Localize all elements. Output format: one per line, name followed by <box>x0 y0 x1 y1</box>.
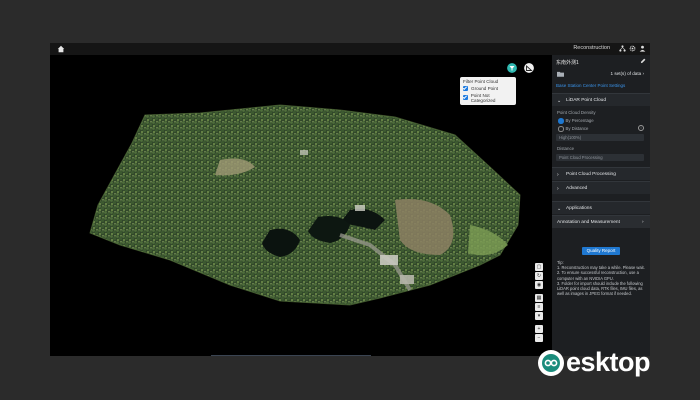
color-tab-height[interactable]: Height <box>275 355 307 356</box>
radio-by-percentage[interactable]: By Percentage <box>558 118 594 124</box>
rotate-icon[interactable]: ↻ <box>535 272 543 280</box>
filter-ground-point[interactable]: Ground Point <box>463 86 513 91</box>
filter-toggle-icon[interactable] <box>507 63 517 73</box>
color-tab-reflectivity[interactable]: Reflectivity <box>243 355 275 356</box>
tip-line: 2. To ensure successful reconstruction, … <box>557 270 639 281</box>
app-window: Reconstruction Filter Point Cloud Ground… <box>50 43 650 356</box>
data-count-link[interactable]: 1 set(s) of data › <box>611 71 644 76</box>
color-mode-tabs: RGBReflectivityHeightReturnType <box>211 355 371 356</box>
layers-icon[interactable]: ≡ <box>535 303 543 311</box>
color-tab-rgb[interactable]: RGB <box>211 355 243 356</box>
filter-item-label: Point Not Categorized <box>470 92 496 103</box>
radio-label: By Percentage <box>565 118 594 123</box>
color-tab-type[interactable]: Type <box>339 355 371 356</box>
radio-label: By Distance <box>565 126 589 131</box>
trash-icon[interactable]: ▾ <box>535 312 543 320</box>
radio-unselected-icon <box>558 126 564 132</box>
view-toolbar: ▢ ↻ ◉ ▦ ≡ ▾ + − <box>534 262 544 343</box>
filter-item-label: Ground Point <box>471 86 499 91</box>
chevron-right-icon: › <box>557 171 559 178</box>
section-advanced[interactable]: › Advanced <box>552 181 650 194</box>
distance-label: Distance <box>557 146 575 151</box>
density-select[interactable]: High(100%) <box>556 134 644 141</box>
section-title: Annotation and Measurement <box>557 219 620 225</box>
zoom-fit-icon[interactable]: ▢ <box>535 263 543 271</box>
section-point-cloud-processing[interactable]: › Point Cloud Processing <box>552 167 650 180</box>
page-title: Reconstruction <box>573 45 610 51</box>
filter-title: Filter Point Cloud <box>463 79 499 84</box>
hierarchy-icon[interactable] <box>619 45 626 52</box>
watermark: esktop <box>538 347 651 378</box>
camera-icon[interactable]: ◉ <box>535 281 543 289</box>
tips-box: Tip: 1. Reconstruction may take a while.… <box>557 260 645 296</box>
grid-icon[interactable]: ▦ <box>535 294 543 302</box>
filter-point-cloud-popover: Filter Point Cloud Ground Point Point No… <box>460 77 516 105</box>
checkbox-checked-icon[interactable] <box>463 95 468 100</box>
chevron-down-icon: ⌄ <box>557 205 562 212</box>
gear-icon[interactable] <box>629 45 636 52</box>
project-name: 东南外测1 <box>556 60 579 66</box>
radio-by-distance[interactable]: By Distance <box>558 126 588 132</box>
base-station-link[interactable]: Base Station Center Point Settings <box>556 83 625 88</box>
user-icon[interactable] <box>639 45 646 52</box>
folder-icon <box>557 71 564 77</box>
data-count: 1 set(s) of data <box>610 71 642 76</box>
section-title: LiDAR Point Cloud <box>566 97 606 103</box>
section-applications[interactable]: ⌄ Applications <box>552 201 650 214</box>
chevron-down-icon: ⌄ <box>557 97 562 104</box>
section-lidar-point-cloud[interactable]: ⌄ LiDAR Point Cloud <box>552 93 650 106</box>
measure-icon[interactable] <box>524 63 534 73</box>
top-bar: Reconstruction <box>50 43 650 55</box>
color-tab-return[interactable]: Return <box>307 355 339 356</box>
home-icon[interactable] <box>57 45 65 53</box>
radio-selected-icon <box>558 118 564 124</box>
point-cloud-viewport[interactable]: Filter Point Cloud Ground Point Point No… <box>50 55 552 356</box>
info-icon[interactable]: i <box>638 125 644 131</box>
edit-icon[interactable] <box>640 58 646 64</box>
item-annotation-measurement[interactable]: Annotation and Measurement › <box>552 215 650 228</box>
reconstruction-panel: 东南外测1 1 set(s) of data › Base Station Ce… <box>552 55 650 356</box>
section-title: Point Cloud Processing <box>566 171 616 177</box>
watermark-logo-icon <box>538 349 564 376</box>
chevron-right-icon: › <box>557 185 559 192</box>
chevron-right-icon: › <box>642 219 644 225</box>
tip-line: 3. Folder for import should include the … <box>557 280 643 297</box>
section-title: Advanced <box>566 185 588 191</box>
zoom-in-icon[interactable]: + <box>535 325 543 333</box>
quality-report-button[interactable]: Quality Report <box>582 247 620 255</box>
filter-point-not-categorized[interactable]: Point Not Categorized <box>463 93 513 103</box>
section-title: Applications <box>566 205 592 211</box>
checkbox-checked-icon[interactable] <box>463 86 468 91</box>
zoom-out-icon[interactable]: − <box>535 334 543 342</box>
density-label: Point Cloud Density <box>557 110 596 115</box>
watermark-text: esktop <box>566 347 651 377</box>
distance-select[interactable]: Point Cloud Processing <box>556 154 644 161</box>
